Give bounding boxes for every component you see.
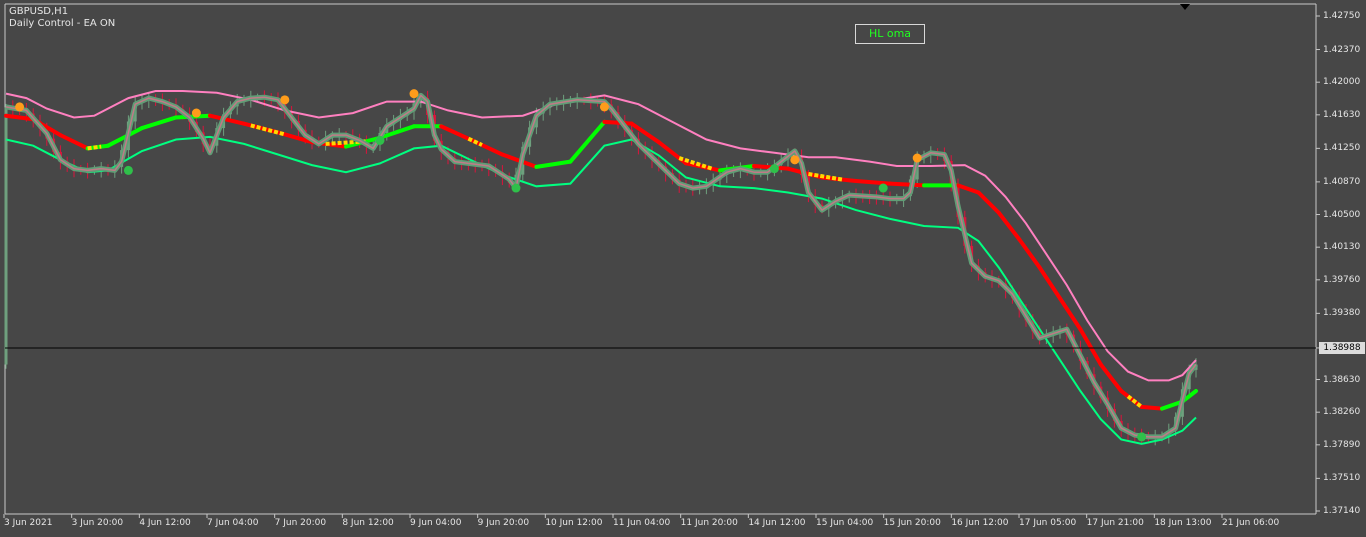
time-tick-label: 17 Jun 21:00 <box>1086 518 1144 528</box>
time-tick-label: 7 Jun 20:00 <box>274 518 327 528</box>
time-tick-label: 21 Jun 06:00 <box>1222 518 1280 528</box>
time-tick-label: 11 Jun 04:00 <box>613 518 671 528</box>
time-tick-label: 15 Jun 04:00 <box>816 518 874 528</box>
swing-high-dot <box>15 102 25 112</box>
mid-line-segment <box>854 179 892 186</box>
mid-line-segment <box>1139 404 1164 411</box>
price-tick-label: 1.40500 <box>1323 209 1361 220</box>
mid-line-segment <box>602 119 634 126</box>
swing-low-dot <box>375 135 385 145</box>
mid-line-segment <box>888 181 926 188</box>
time-tick-label: 3 Jun 20:00 <box>71 518 124 528</box>
time-tick-label: 8 Jun 12:00 <box>342 518 394 528</box>
swing-high-dot <box>790 155 800 165</box>
time-tick-label: 15 Jun 20:00 <box>883 518 941 528</box>
price-tick-label: 1.42000 <box>1323 77 1361 88</box>
swing-high-dot <box>409 89 419 99</box>
ea-status-text: Daily Control - EA ON <box>9 18 116 29</box>
time-tick-label: 9 Jun 04:00 <box>410 518 462 528</box>
price-tick-label: 1.38260 <box>1323 407 1361 418</box>
swing-low-dot <box>769 164 779 174</box>
time-tick-label: 14 Jun 12:00 <box>748 518 806 528</box>
candle-body <box>4 107 8 365</box>
price-tick-label: 1.37140 <box>1323 506 1361 516</box>
swing-low-dot <box>1137 432 1147 442</box>
price-tick-label: 1.41250 <box>1323 143 1361 154</box>
time-tick-label: 18 Jun 13:00 <box>1154 518 1212 528</box>
time-tick-label: 3 Jun 2021 <box>4 518 53 528</box>
time-tick-label: 7 Jun 04:00 <box>207 518 259 528</box>
chart-background <box>0 0 1366 537</box>
swing-high-dot <box>191 108 201 118</box>
price-chart[interactable] <box>0 0 1366 537</box>
time-tick-label: 4 Jun 12:00 <box>139 518 191 528</box>
price-tick-label: 1.39760 <box>1323 274 1361 285</box>
price-tick-label: 1.40870 <box>1323 176 1361 187</box>
swing-low-dot <box>511 183 521 193</box>
swing-low-dot <box>878 183 888 193</box>
time-tick-label: 17 Jun 05:00 <box>1019 518 1077 528</box>
price-tick-label: 1.37890 <box>1323 439 1361 450</box>
price-tick-label: 1.42370 <box>1323 44 1361 55</box>
price-tick-label: 1.39380 <box>1323 308 1361 319</box>
swing-high-dot <box>912 153 922 163</box>
time-tick-label: 9 Jun 20:00 <box>477 518 530 528</box>
price-tick-label: 1.38630 <box>1323 374 1361 385</box>
price-tick-label: 1.41630 <box>1323 109 1361 120</box>
price-tick-label: 1.37510 <box>1323 473 1361 484</box>
chart-symbol: GBPUSD,H1 <box>9 6 69 17</box>
price-tick-label: 1.42750 <box>1323 11 1361 21</box>
hl-oma-button[interactable]: HL oma <box>855 24 925 44</box>
price-tick-label: 1.40130 <box>1323 242 1361 253</box>
swing-high-dot <box>280 95 290 105</box>
time-tick-label: 10 Jun 12:00 <box>545 518 603 528</box>
current-price-tag: 1.38988 <box>1319 342 1365 354</box>
swing-low-dot <box>123 165 133 175</box>
time-tick-label: 11 Jun 20:00 <box>680 518 738 528</box>
time-tick-label: 16 Jun 12:00 <box>951 518 1009 528</box>
swing-high-dot <box>599 102 609 112</box>
